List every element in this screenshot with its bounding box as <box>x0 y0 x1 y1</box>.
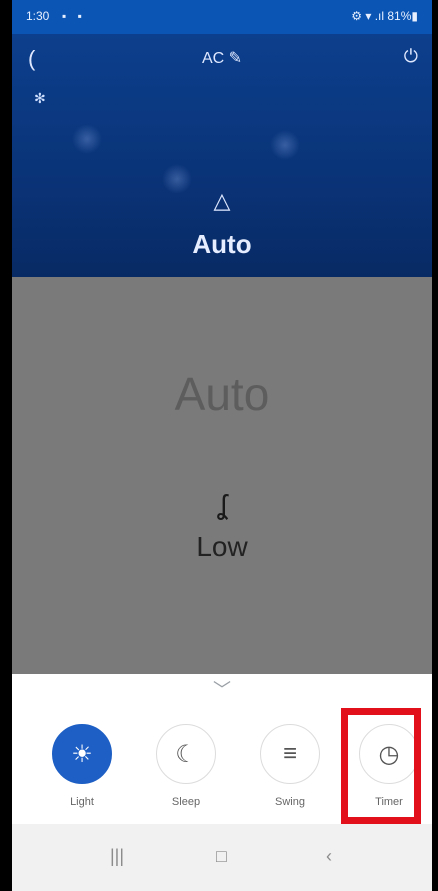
mode-display: Auto <box>174 368 270 420</box>
status-notification-icons: ▪ ▪ <box>62 9 86 23</box>
recents-button[interactable]: ||| <box>110 846 124 867</box>
status-time: 1:30 <box>26 9 50 23</box>
light-icon[interactable]: ☀ <box>52 724 112 784</box>
system-nav-bar: ||| □ ‹ <box>12 824 432 891</box>
status-system-icons: ⚙ ▾ .ıl 81%▮ <box>351 9 418 23</box>
timer-highlight-box <box>341 708 421 824</box>
light-control[interactable]: ☀ Light <box>47 724 117 808</box>
auto-mode-icon: △ <box>213 188 231 213</box>
decor-star <box>72 124 102 154</box>
status-bar: 1:30 ▪ ▪ ⚙ ▾ .ıl 81%▮ <box>12 0 432 34</box>
fan-icon: ʆ <box>217 489 227 520</box>
swing-icon[interactable]: ≡ <box>260 724 320 784</box>
sleep-control[interactable]: ☾ Sleep <box>151 724 221 808</box>
nav-back-button[interactable]: ‹ <box>326 846 332 867</box>
mode-label[interactable]: Auto <box>12 229 432 260</box>
swing-label: Swing <box>275 796 305 808</box>
sleep-icon[interactable]: ☾ <box>156 724 216 784</box>
power-icon[interactable]: ⏻ <box>404 46 418 67</box>
snowflake-icon: ✻ <box>34 90 46 106</box>
sleep-label: Sleep <box>171 796 201 808</box>
light-label: Light <box>70 796 94 808</box>
collapse-chevron-icon[interactable]: ﹀ <box>12 676 432 702</box>
ac-header: ( AC ✎ ⏻ ✻ △ Auto <box>12 34 432 277</box>
home-button[interactable]: □ <box>216 846 227 867</box>
swing-control[interactable]: ≡ Swing <box>255 724 325 808</box>
ac-display: Auto ʆ Low <box>12 277 432 674</box>
decor-star <box>270 130 300 160</box>
fan-speed-label: Low <box>196 531 248 562</box>
device-title[interactable]: AC ✎ <box>12 48 432 68</box>
phone-screen: 1:30 ▪ ▪ ⚙ ▾ .ıl 81%▮ ( AC ✎ ⏻ ✻ △ Auto … <box>12 0 432 891</box>
